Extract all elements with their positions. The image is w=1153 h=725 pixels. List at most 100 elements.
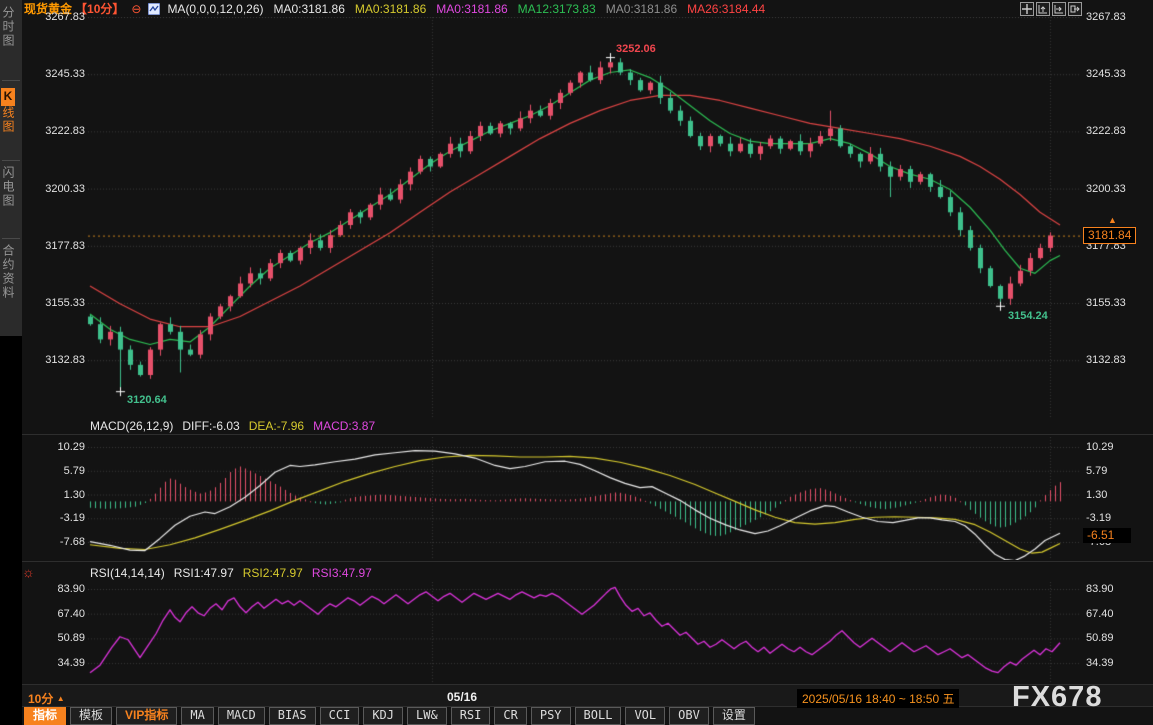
price-axis-label: 3245.33: [1086, 67, 1146, 81]
macd-diff-value: DIFF:-6.03: [182, 419, 239, 433]
price-axis-label: 3267.83: [1086, 10, 1146, 24]
price-axis-label: 3200.33: [1086, 182, 1146, 196]
panel-separator: [22, 434, 1153, 435]
rsi-axis-label: 67.40: [1086, 607, 1146, 621]
sidebar-tab-kline-rest: 线图: [1, 106, 15, 134]
toolbar-button-VOL[interactable]: VOL: [625, 707, 665, 725]
chart-window-controls: [1020, 2, 1082, 16]
ma-indicator-value: MA0:3181.86: [355, 2, 426, 16]
sidebar-tab-lightning-chart[interactable]: 闪电图: [0, 166, 22, 208]
toolbar-button-OBV[interactable]: OBV: [669, 707, 709, 725]
price-axis-label: 3222.83: [37, 124, 85, 138]
toolbar-button-模板[interactable]: 模板: [70, 707, 112, 725]
macd-axis-label: -7.68: [37, 535, 85, 549]
toolbar-button-RSI[interactable]: RSI: [451, 707, 491, 725]
toolbar-button-PSY[interactable]: PSY: [531, 707, 571, 725]
sidebar-separator: [2, 160, 20, 161]
ma-indicator-value: MA0:3181.86: [274, 2, 345, 16]
rsi-axis-label: 83.90: [1086, 582, 1146, 596]
ma-indicator-value: MA0:3181.86: [436, 2, 507, 16]
ma-indicator-value: MA(0,0,0,12,0,26): [167, 2, 263, 16]
rsi-title-row: RSI(14,14,14) RSI1:47.97 RSI2:47.97 RSI3…: [90, 566, 372, 580]
left-sidebar: 分时图 K线图 闪电图 合约资料: [0, 0, 22, 725]
toolbar-button-CCI[interactable]: CCI: [320, 707, 360, 725]
sidebar-separator: [2, 80, 20, 81]
move-icon[interactable]: [1020, 2, 1034, 16]
macd-title-row: MACD(26,12,9) DIFF:-6.03 DEA:-7.96 MACD:…: [90, 419, 375, 433]
sidebar-tab-kline-head: K: [1, 88, 15, 106]
toolbar-button-VIP指标[interactable]: VIP指标: [116, 707, 177, 725]
rsi-axis-label: 83.90: [37, 582, 85, 596]
price-axis-label: 3177.83: [37, 239, 85, 253]
price-axis-label: 3267.83: [37, 10, 85, 24]
rsi-axis-label: 34.39: [1086, 656, 1146, 670]
macd-axis-label: 5.79: [1086, 464, 1146, 478]
macd-axis-label: -3.19: [37, 511, 85, 525]
period-selector-label: 10分: [28, 692, 53, 706]
rsi-axis-label: 50.89: [37, 631, 85, 645]
scale-x-icon[interactable]: [1052, 2, 1066, 16]
collapse-icon[interactable]: ⊖: [131, 3, 141, 15]
panel-separator: [22, 561, 1153, 562]
trading-app: 分时图 K线图 闪电图 合约资料 现货黄金 【10分】 ⊖ MA(0,0,0,1…: [0, 0, 1153, 725]
price-axis-label: 3132.83: [1086, 353, 1146, 367]
rsi-axis-label: 50.89: [1086, 631, 1146, 645]
toolbar-button-BOLL[interactable]: BOLL: [575, 707, 622, 725]
scale-y-icon[interactable]: [1036, 2, 1050, 16]
toolbar-button-设置[interactable]: 设置: [713, 707, 755, 725]
fx678-watermark: FX678: [1012, 681, 1102, 714]
toolbar-button-MACD[interactable]: MACD: [218, 707, 265, 725]
macd-chart[interactable]: [22, 437, 1153, 560]
rsi3-value: RSI3:47.97: [312, 566, 372, 580]
period-selector[interactable]: 10分 ▲: [28, 690, 65, 707]
rsi1-value: RSI1:47.97: [174, 566, 234, 580]
current-price-tag: 3181.84: [1083, 227, 1136, 244]
sidebar-tab-kline-chart[interactable]: K线图: [0, 88, 22, 134]
toolbar-button-MA[interactable]: MA: [181, 707, 213, 725]
chart-header: 现货黄金 【10分】 ⊖ MA(0,0,0,12,0,26)MA0:3181.8…: [24, 1, 765, 16]
sidebar-tab-contract-info[interactable]: 合约资料: [0, 244, 22, 300]
price-axis-label: 3155.33: [1086, 296, 1146, 310]
ma-indicator-value: MA0:3181.86: [606, 2, 677, 16]
period-dropdown-caret: ▲: [57, 694, 65, 703]
macd-axis-label: 1.30: [1086, 488, 1146, 502]
sidebar-tab-time-chart[interactable]: 分时图: [0, 6, 22, 48]
mini-chart-icon[interactable]: [148, 3, 160, 15]
toolbar-button-BIAS[interactable]: BIAS: [269, 707, 316, 725]
ma-indicator-value: MA12:3173.83: [518, 2, 596, 16]
price-axis-label: 3245.33: [37, 67, 85, 81]
macd-axis-label: -3.19: [1086, 511, 1146, 525]
low-left-price-annotation: 3120.64: [127, 394, 167, 406]
toolbar-button-指标[interactable]: 指标: [24, 707, 66, 725]
alert-icon[interactable]: ☼: [22, 565, 35, 579]
date-tick-label: 05/16: [447, 690, 477, 704]
toolbar-button-LW&[interactable]: LW&: [407, 707, 447, 725]
macd-axis-label: 5.79: [37, 464, 85, 478]
price-axis-label: 3222.83: [1086, 124, 1146, 138]
shift-right-icon[interactable]: [1068, 2, 1082, 16]
toolbar-button-KDJ[interactable]: KDJ: [363, 707, 403, 725]
rsi-chart[interactable]: [22, 582, 1153, 684]
time-axis: [22, 685, 1153, 706]
macd-current-value-tag: -6.51: [1083, 528, 1131, 543]
toolbar-button-CR[interactable]: CR: [494, 707, 526, 725]
macd-formula: MACD(26,12,9): [90, 419, 173, 433]
sidebar-separator: [2, 238, 20, 239]
rsi-axis-label: 34.39: [37, 656, 85, 670]
price-axis-label: 3132.83: [37, 353, 85, 367]
macd-axis-label: 1.30: [37, 488, 85, 502]
rsi2-value: RSI2:47.97: [243, 566, 303, 580]
price-axis-label: 3200.33: [37, 182, 85, 196]
macd-macd-value: MACD:3.87: [313, 419, 375, 433]
current-price-arrow: ▲: [1108, 216, 1117, 225]
rsi-formula: RSI(14,14,14): [90, 566, 165, 580]
macd-dea-value: DEA:-7.96: [249, 419, 304, 433]
ma-indicator-values: MA(0,0,0,12,0,26) MA0:3181.86 MA0:3181.86 M…: [167, 2, 765, 16]
ma-indicator-value: MA26:3184.44: [687, 2, 765, 16]
indicator-toolbar: 指标模板VIP指标MA MACDBIASCCIKDJLW&RSICR PSYBOLL…: [24, 707, 755, 725]
hover-range-label: 2025/05/16 18:40 ~ 18:50 五: [797, 689, 959, 708]
macd-axis-label: 10.29: [1086, 440, 1146, 454]
main-price-chart[interactable]: [22, 17, 1153, 418]
rsi-axis-label: 67.40: [37, 607, 85, 621]
macd-axis-label: 10.29: [37, 440, 85, 454]
